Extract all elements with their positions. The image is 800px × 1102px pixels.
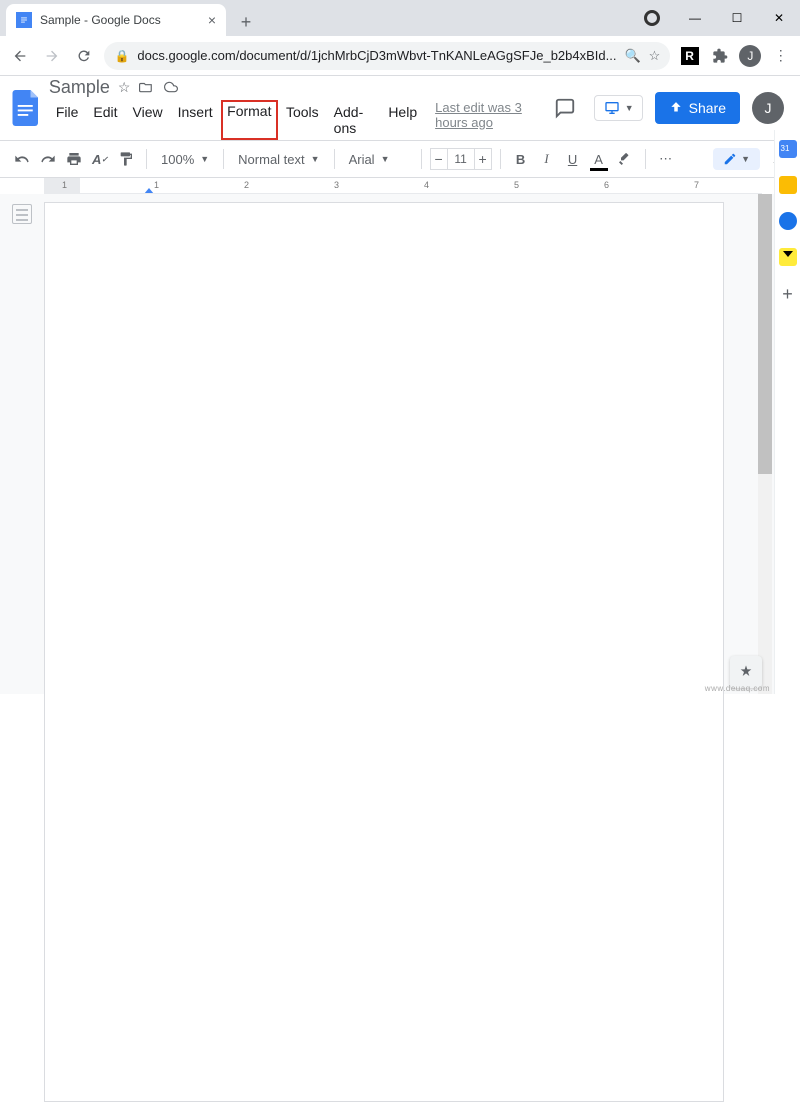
font-select[interactable]: Arial▼ — [343, 146, 413, 172]
extensions-icon[interactable] — [709, 43, 731, 69]
scrollbar-thumb[interactable] — [758, 194, 772, 474]
omnibox[interactable]: 🔒 docs.google.com/document/d/1jchMrbCjD3… — [104, 42, 670, 70]
ruler-tick: 1 — [62, 180, 67, 190]
download-addon-icon[interactable] — [779, 248, 797, 266]
present-button[interactable]: ▼ — [594, 95, 643, 121]
share-button[interactable]: Share — [655, 92, 740, 124]
ruler-tick: 1 — [154, 180, 159, 190]
tab-title: Sample - Google Docs — [40, 13, 161, 27]
font-size-value[interactable]: 11 — [448, 148, 474, 170]
close-tab-icon[interactable]: × — [208, 12, 216, 28]
add-addon-icon[interactable]: + — [782, 284, 793, 305]
docs-toolbar: A✓ 100%▼ Normal text▼ Arial▼ − 11 + B I … — [0, 140, 800, 178]
menu-help[interactable]: Help — [381, 100, 424, 140]
menu-view[interactable]: View — [126, 100, 170, 140]
zoom-icon[interactable]: 🔍 — [624, 48, 640, 64]
move-icon[interactable] — [138, 80, 154, 94]
menu-file[interactable]: File — [49, 100, 86, 140]
bold-button[interactable]: B — [509, 146, 533, 172]
browser-address-bar: 🔒 docs.google.com/document/d/1jchMrbCjD3… — [0, 36, 800, 76]
browser-menu-icon[interactable]: ⋮ — [770, 43, 792, 69]
paint-format-button[interactable] — [114, 146, 138, 172]
italic-button[interactable]: I — [535, 146, 559, 172]
ruler-tick: 7 — [694, 180, 699, 190]
last-edit-link[interactable]: Last edit was 3 hours ago — [435, 100, 548, 140]
docs-logo[interactable] — [10, 84, 43, 132]
browser-tab-bar: Sample - Google Docs × + — ☐ ✕ — [0, 0, 800, 36]
docs-favicon — [16, 12, 32, 28]
undo-button[interactable] — [10, 146, 34, 172]
ruler-tick: 5 — [514, 180, 519, 190]
more-toolbar-button[interactable]: ⋯ — [654, 146, 678, 172]
comments-button[interactable] — [548, 91, 582, 125]
menu-tools[interactable]: Tools — [279, 100, 326, 140]
underline-button[interactable]: U — [561, 146, 585, 172]
account-avatar[interactable]: J — [752, 92, 784, 124]
menu-addons[interactable]: Add-ons — [327, 100, 381, 140]
font-size-control: − 11 + — [430, 148, 492, 170]
highlight-button[interactable] — [613, 146, 637, 172]
reload-button[interactable] — [72, 42, 96, 70]
font-size-increase[interactable]: + — [474, 148, 492, 170]
incognito-icon — [644, 10, 660, 26]
url-text: docs.google.com/document/d/1jchMrbCjD3mW… — [137, 48, 616, 63]
docs-header: Sample ☆ File Edit View Insert Format To… — [0, 76, 800, 140]
menu-edit[interactable]: Edit — [86, 100, 124, 140]
outline-toggle-icon[interactable] — [12, 204, 32, 224]
browser-tab[interactable]: Sample - Google Docs × — [6, 4, 226, 36]
print-button[interactable] — [62, 146, 86, 172]
window-controls: — ☐ ✕ — [644, 0, 800, 36]
keep-icon[interactable] — [779, 176, 797, 194]
style-select[interactable]: Normal text▼ — [232, 146, 325, 172]
back-button[interactable] — [8, 42, 32, 70]
document-page[interactable] — [44, 202, 724, 1102]
watermark: www.deuaq.com — [705, 684, 770, 693]
document-title[interactable]: Sample — [49, 77, 110, 98]
close-window-button[interactable]: ✕ — [758, 3, 800, 33]
menu-format[interactable]: Format — [221, 100, 278, 140]
minimize-button[interactable]: — — [674, 3, 716, 33]
redo-button[interactable] — [36, 146, 60, 172]
vertical-scrollbar[interactable] — [758, 194, 772, 694]
lock-icon: 🔒 — [114, 49, 129, 63]
zoom-select[interactable]: 100%▼ — [155, 146, 215, 172]
ruler-tick: 2 — [244, 180, 249, 190]
menubar: File Edit View Insert Format Tools Add-o… — [49, 100, 548, 140]
star-icon[interactable]: ☆ — [118, 79, 131, 96]
bookmark-icon[interactable]: ☆ — [649, 48, 661, 64]
menu-insert[interactable]: Insert — [171, 100, 220, 140]
ruler-tick: 6 — [604, 180, 609, 190]
ruler[interactable]: 1 1 2 3 4 5 6 7 — [44, 178, 762, 194]
ruler-tick: 4 — [424, 180, 429, 190]
extension-r-icon[interactable]: R — [678, 43, 700, 69]
ruler-tick: 3 — [334, 180, 339, 190]
forward-button[interactable] — [40, 42, 64, 70]
browser-avatar[interactable]: J — [739, 43, 761, 69]
spellcheck-button[interactable]: A✓ — [88, 146, 112, 172]
editing-mode-button[interactable]: ▼ — [713, 148, 760, 170]
tasks-icon[interactable] — [779, 212, 797, 230]
text-color-button[interactable]: A — [587, 146, 611, 172]
font-size-decrease[interactable]: − — [430, 148, 448, 170]
calendar-icon[interactable] — [779, 140, 797, 158]
new-tab-button[interactable]: + — [232, 8, 260, 36]
maximize-button[interactable]: ☐ — [716, 3, 758, 33]
cloud-status-icon[interactable] — [162, 80, 180, 94]
side-panel: + — [774, 130, 800, 694]
document-area — [0, 194, 774, 694]
